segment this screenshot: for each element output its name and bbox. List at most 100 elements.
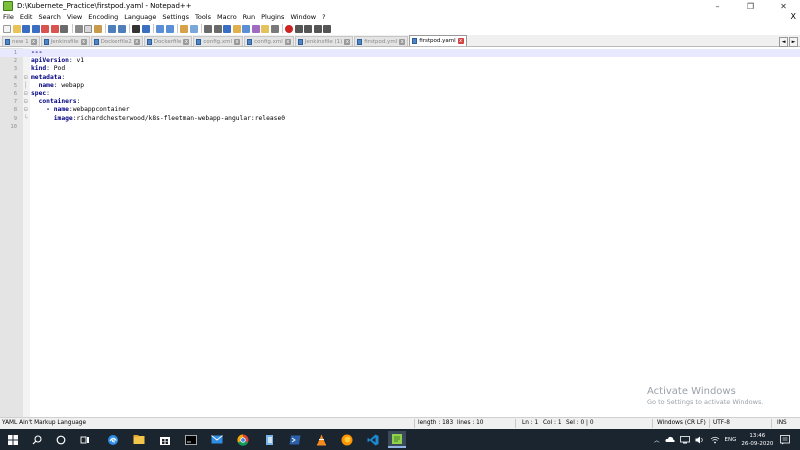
code-line[interactable]: 2 apiVersion: v1 (0, 57, 800, 65)
monitor-icon[interactable] (270, 24, 279, 33)
menu-language[interactable]: Language (121, 13, 159, 21)
notepadpp-icon[interactable] (388, 431, 406, 448)
indent-guide-icon[interactable] (223, 24, 231, 33)
new-file-icon[interactable] (3, 24, 11, 33)
menu-edit[interactable]: Edit (17, 13, 36, 21)
menu-view[interactable]: View (64, 13, 85, 21)
minimize-button[interactable]: – (701, 0, 734, 12)
menu-search[interactable]: Search (35, 13, 63, 21)
firefox-icon[interactable] (338, 431, 356, 448)
maximize-button[interactable]: ❐ (734, 0, 767, 12)
tab-new-1[interactable]: new 1x (2, 36, 40, 46)
menu-tools[interactable]: Tools (192, 13, 214, 21)
cortana-icon[interactable] (52, 431, 70, 448)
find-icon[interactable] (132, 24, 140, 33)
code-line[interactable]: 6 ⊟ spec: (0, 90, 800, 98)
replace-icon[interactable] (141, 24, 150, 33)
paste-icon[interactable] (93, 24, 102, 33)
wifi-icon[interactable] (710, 436, 720, 444)
save-icon[interactable] (22, 24, 30, 33)
menu-encoding[interactable]: Encoding (85, 13, 121, 21)
editor-area[interactable]: 1 --- 2 apiVersion: v1 3 kind: Pod 4 ⊟ m… (0, 48, 800, 417)
notification-icon[interactable] (780, 434, 791, 445)
tab-firstpod-yml[interactable]: firstpod.yml x (354, 36, 409, 46)
menu-file[interactable]: File (0, 13, 17, 21)
sync-h-icon[interactable] (189, 24, 198, 33)
doc-map-icon[interactable] (242, 24, 250, 33)
cloud-icon[interactable] (664, 436, 675, 443)
tab-close-icon[interactable]: x (284, 38, 291, 45)
code-line[interactable]: 8 ⊟ - name:webappcontainer (0, 106, 800, 114)
save-all-icon[interactable] (31, 24, 40, 33)
app-icon[interactable] (260, 431, 278, 448)
record-macro-icon[interactable] (285, 24, 293, 33)
task-view-icon[interactable] (76, 431, 94, 448)
menu-window[interactable]: Window (287, 13, 319, 21)
tab-scroll-right-icon[interactable]: ► (789, 37, 798, 47)
clock[interactable]: 13:46 26-09-2020 (741, 432, 773, 448)
tab-close-icon[interactable]: x (234, 38, 241, 45)
tab-config-xml[interactable]: config.xml x (193, 36, 244, 46)
udl-icon[interactable] (232, 24, 241, 33)
start-icon[interactable] (4, 431, 22, 448)
close-all-icon[interactable] (50, 24, 59, 33)
chrome-icon[interactable] (234, 431, 252, 448)
code-line[interactable]: 1 --- (0, 49, 800, 58)
fold-marker[interactable]: ⊟ (24, 90, 28, 98)
word-wrap-icon[interactable] (204, 24, 212, 33)
tray-chevron-up-icon[interactable]: ︿ (654, 436, 660, 444)
tab-firstpod-yaml[interactable]: firstpod.yaml x (409, 35, 467, 46)
vlc-icon[interactable] (312, 431, 330, 448)
tab-jenkinsfile[interactable]: Jenkinsfile x (40, 36, 90, 46)
close-button[interactable]: ✕ (767, 0, 800, 12)
code-line[interactable]: 10 (0, 123, 800, 131)
open-file-icon[interactable] (12, 24, 21, 33)
fold-marker[interactable]: │ (24, 82, 28, 90)
search-icon[interactable] (28, 431, 46, 448)
status-eol[interactable]: Windows (CR LF) (657, 420, 706, 426)
store-icon[interactable] (156, 431, 174, 448)
code-line[interactable]: 3 kind: Pod (0, 65, 800, 73)
tab-scroll-left-icon[interactable]: ◄ (779, 37, 788, 47)
copy-icon[interactable] (84, 24, 92, 33)
cut-icon[interactable] (74, 24, 83, 33)
zoom-in-icon[interactable] (156, 24, 164, 33)
tab-close-icon[interactable]: x (399, 38, 406, 45)
fold-marker[interactable]: ⊟ (24, 98, 28, 106)
network-icon[interactable] (679, 435, 690, 444)
fold-marker[interactable]: └ (24, 115, 28, 123)
redo-icon[interactable] (117, 24, 126, 33)
undo-icon[interactable] (108, 24, 116, 33)
tab-close-icon[interactable]: x (457, 38, 464, 44)
menu-plugins[interactable]: Plugins (258, 13, 287, 21)
tab-close-icon[interactable]: x (183, 38, 190, 45)
menu-help[interactable]: ? (319, 13, 328, 21)
close-icon[interactable] (41, 24, 49, 33)
close-document-button[interactable]: X (791, 12, 796, 22)
save-macro-icon[interactable] (323, 24, 331, 33)
menu-settings[interactable]: Settings (159, 13, 192, 21)
tab-dockerfile[interactable]: Dockerfile x (143, 36, 193, 46)
tab-config-xml-2[interactable]: config.xml x (244, 36, 294, 46)
powershell-icon[interactable] (286, 431, 304, 448)
code-line[interactable]: 4 ⊟ metadata: (0, 74, 800, 82)
tab-close-icon[interactable]: x (80, 38, 87, 45)
terminal-icon[interactable] (182, 431, 200, 448)
function-list-icon[interactable] (251, 24, 260, 33)
status-encoding[interactable]: UTF-8 (713, 420, 730, 426)
mail-icon[interactable] (208, 431, 226, 448)
fold-marker[interactable]: ⊟ (24, 106, 28, 114)
menu-run[interactable]: Run (240, 13, 258, 21)
vscode-icon[interactable] (364, 431, 382, 448)
file-explorer-icon[interactable] (130, 431, 148, 448)
tab-close-icon[interactable]: x (344, 38, 351, 45)
menu-macro[interactable]: Macro (214, 13, 240, 21)
edge-icon[interactable] (104, 431, 122, 448)
tab-close-icon[interactable]: x (133, 38, 140, 45)
folder-workspace-icon[interactable] (261, 24, 269, 33)
all-chars-icon[interactable] (213, 24, 222, 33)
code-line[interactable]: 5 │ name: webapp (0, 82, 800, 90)
tab-close-icon[interactable]: x (30, 38, 37, 45)
tab-jenkinsfile-1[interactable]: Jenkinsfile (1) x (294, 36, 354, 46)
zoom-out-icon[interactable] (165, 24, 174, 33)
